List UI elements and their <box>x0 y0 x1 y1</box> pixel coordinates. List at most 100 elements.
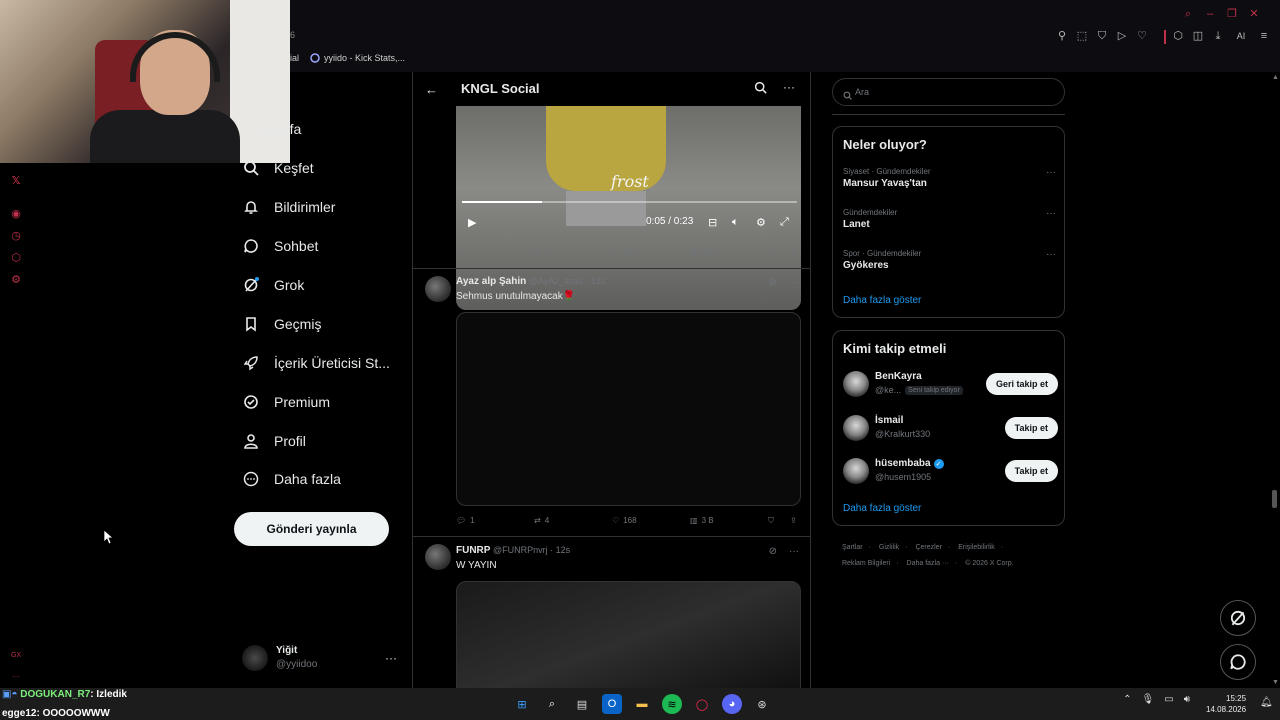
play-icon[interactable]: ▶ <box>468 216 476 229</box>
back-arrow-icon[interactable]: ← <box>425 82 438 97</box>
steam-icon[interactable]: ⊛ <box>752 694 772 714</box>
chevron-up-icon[interactable]: ⌃ <box>1123 694 1131 705</box>
nav-explore[interactable]: Keşfet <box>242 153 314 183</box>
minimize-icon[interactable]: – <box>1204 8 1216 20</box>
more-icon[interactable]: ··· <box>1046 208 1056 219</box>
history-icon[interactable]: ◷ <box>10 230 22 242</box>
outlook-icon[interactable]: O <box>602 694 622 714</box>
follow-suggestion[interactable]: İsmail @Kralkurt330 Takip et <box>843 413 1058 443</box>
nav-home[interactable]: asayfa <box>260 114 301 144</box>
system-clock[interactable]: 15:25 14.08.2026 <box>1206 693 1246 715</box>
follow-back-button[interactable]: Geri takip et <box>985 373 1058 395</box>
bookmark-icon[interactable]: ⛉ <box>768 247 774 257</box>
volume-icon[interactable]: 🔊︎ <box>1184 694 1190 705</box>
close-icon[interactable]: ✕ <box>1248 8 1260 20</box>
nav-premium[interactable]: Premium <box>242 387 330 417</box>
screenshot-icon[interactable]: ⬚ <box>1076 30 1088 42</box>
bookmark-icon[interactable]: ⛉ <box>768 516 774 526</box>
views-button[interactable]: ▥ 3 B <box>690 516 714 525</box>
like-button[interactable]: ♡ 168 <box>612 516 637 525</box>
settings-icon[interactable]: ⚙ <box>10 274 22 286</box>
footer-link[interactable]: Çerezler <box>915 544 941 551</box>
show-more-link[interactable]: Daha fazla göster <box>843 503 921 514</box>
like-button[interactable]: ♡ 137 <box>612 247 637 256</box>
more-icon[interactable]: ··· <box>1046 167 1056 178</box>
nav-chat[interactable]: Sohbet <box>242 231 318 261</box>
views-button[interactable]: ▥ 3 B <box>690 247 714 256</box>
search-icon[interactable]: ⌕ <box>1182 8 1194 20</box>
discord-icon[interactable]: ◕ <box>722 694 742 714</box>
reply-button[interactable]: 💬︎ 1 <box>456 516 475 525</box>
more-icon[interactable]: ··· <box>385 651 397 665</box>
volume-icon[interactable]: 🔈︎ <box>732 216 739 229</box>
more-icon[interactable]: ··· <box>789 546 799 557</box>
shield-icon[interactable]: ⛉ <box>1096 30 1108 42</box>
ai-icon[interactable]: AI <box>1232 30 1250 42</box>
menu-icon[interactable]: ≡ <box>1258 30 1270 42</box>
show-more-link[interactable]: Daha fazla göster <box>843 295 921 306</box>
notifications-icon[interactable]: 🔔︎ <box>1260 697 1273 708</box>
messages-float-button[interactable] <box>1220 644 1256 680</box>
reply-icon[interactable]: 💬︎ <box>456 247 466 256</box>
grok-float-button[interactable] <box>1220 600 1256 636</box>
video-progress-bar[interactable] <box>462 201 797 203</box>
search-icon[interactable]: ⌕ <box>542 694 562 714</box>
captions-icon[interactable]: ⊟ <box>708 216 717 229</box>
footer-link[interactable]: Erişilebilirlik <box>958 544 995 551</box>
nav-bookmarks[interactable]: Geçmiş <box>242 309 321 339</box>
more-icon[interactable]: ··· <box>1046 249 1056 260</box>
follow-button[interactable]: Takip et <box>1004 417 1058 439</box>
trend-item[interactable]: Siyaset · Gündemdekiler Mansur Yavaş'tan… <box>843 167 1058 189</box>
pin-icon[interactable]: ⚲ <box>1056 30 1068 42</box>
scroll-up-icon[interactable]: ▲ <box>1272 74 1279 81</box>
cube-icon[interactable]: ◫ <box>1192 30 1204 42</box>
heart-icon[interactable]: ♡ <box>1136 30 1148 42</box>
nav-more[interactable]: Daha fazla <box>242 464 341 494</box>
footer-link[interactable]: Daha fazla ··· <box>907 560 949 567</box>
player-icon[interactable]: ◉ <box>10 208 22 220</box>
nav-creator-studio[interactable]: İçerik Üreticisi St... <box>242 348 390 378</box>
footer-link[interactable]: Gizlilik <box>879 544 899 551</box>
follow-suggestion[interactable]: BenKayra @ke... Seni takip ediyor Geri ta… <box>843 369 1058 399</box>
share-icon[interactable]: ⇪ <box>790 516 797 525</box>
grok-icon[interactable]: ⊘ <box>769 277 777 288</box>
more-icon[interactable]: ··· <box>783 80 795 94</box>
bookmark-item[interactable]: ial <box>290 53 299 63</box>
account-switcher[interactable]: Yiğit @yyiidoo ··· <box>240 643 405 673</box>
nav-notifications[interactable]: Bildirimler <box>242 192 335 222</box>
scroll-down-icon[interactable]: ▼ <box>1272 679 1279 686</box>
post-button[interactable]: Gönderi yayınla <box>234 512 389 546</box>
search-icon[interactable] <box>754 81 767 99</box>
download-icon[interactable]: ⤓ <box>1212 30 1224 42</box>
spotify-icon[interactable]: ≋ <box>662 694 682 714</box>
microphone-icon[interactable]: 🎙︎ <box>1142 694 1155 705</box>
tweet-media[interactable] <box>456 312 801 506</box>
extensions-icon[interactable]: ⬡ <box>10 252 22 264</box>
follow-suggestion[interactable]: hüsembaba ✓ @husem1905 Takip et <box>843 456 1058 486</box>
fullscreen-icon[interactable]: ⤢ <box>780 216 789 229</box>
footer-link[interactable]: Şartlar <box>842 544 863 551</box>
windows-start-icon[interactable]: ⊞ <box>512 694 532 714</box>
tweet-media[interactable] <box>456 581 801 688</box>
repost-button[interactable]: ⇄ 4 <box>534 516 549 525</box>
scrollbar-thumb[interactable] <box>1272 490 1277 508</box>
bookmark-kick-stats[interactable]: yyiido - Kick Stats,... <box>310 53 405 63</box>
trend-item[interactable]: Gündemdekiler Lanet ··· <box>843 208 1058 230</box>
trend-item[interactable]: Spor · Gündemdekiler Gyökeres ··· <box>843 249 1058 271</box>
follow-button[interactable]: Takip et <box>1004 460 1058 482</box>
settings-icon[interactable]: ⚙ <box>756 216 766 229</box>
store-icon[interactable]: ▤ <box>572 694 592 714</box>
search-input[interactable]: Ara <box>832 78 1065 106</box>
footer-link[interactable]: Reklam Bilgileri <box>842 560 890 567</box>
nav-grok[interactable]: Grok <box>242 270 304 300</box>
nav-profile[interactable]: Profil <box>242 426 306 456</box>
network-icon[interactable]: ▭ <box>1164 694 1173 705</box>
repost-button[interactable]: ⇄ 7 <box>534 247 549 256</box>
share-icon[interactable]: ⇪ <box>790 247 797 256</box>
file-explorer-icon[interactable]: ▬ <box>632 694 652 714</box>
opera-gx-icon[interactable]: ◯ <box>692 694 712 714</box>
x-icon[interactable]: 𝕏 <box>10 175 22 187</box>
extensions-icon[interactable]: ⬡ <box>1172 30 1184 42</box>
play-icon[interactable]: ▷ <box>1116 30 1128 42</box>
restore-icon[interactable]: ❐ <box>1226 8 1238 20</box>
